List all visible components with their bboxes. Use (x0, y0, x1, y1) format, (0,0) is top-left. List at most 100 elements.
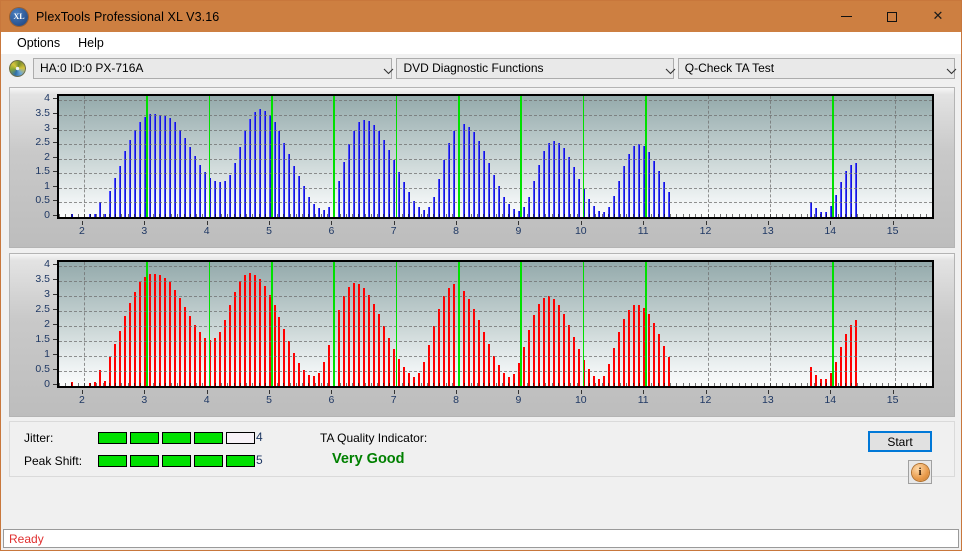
chart-bar (228, 174, 231, 217)
menu-item-options[interactable]: Options (8, 34, 69, 52)
chart-bar (163, 277, 166, 386)
x-axis-minor-tick (626, 214, 628, 217)
x-axis-minor-tick (158, 214, 160, 217)
chart-bar (183, 306, 186, 386)
chart-bar (398, 171, 401, 217)
x-axis-minor-tick (726, 214, 728, 217)
x-axis-minor-tick (570, 214, 572, 217)
chart-marker-line (645, 96, 647, 217)
chart-bar (854, 320, 857, 386)
drive-select[interactable]: HA:0 ID:0 PX-716A (33, 57, 394, 79)
charts-area: 4 3.5 3 2.5 2 1.5 1 0.5 0 2 3 4 5 6 7 8 9 10 11 12 13 14 15 4… (1, 83, 961, 417)
x-axis-minor-tick (470, 383, 472, 386)
chart-bar (652, 161, 655, 217)
maximize-icon (887, 11, 897, 22)
info-button[interactable]: i (908, 460, 932, 484)
results-panel: Jitter: 4 Peak Shift: 5 TA Quality Indic… (9, 421, 955, 484)
x-axis-tick (643, 390, 645, 394)
x-axis-minor-tick (383, 383, 385, 386)
x-axis-minor-tick (913, 214, 915, 217)
x-axis-minor-tick (96, 214, 98, 217)
x-axis-tick-label: 2 (79, 394, 85, 406)
x-axis-minor-tick (663, 214, 665, 217)
x-axis-tick-label: 11 (637, 394, 649, 406)
chart-bar (647, 152, 650, 217)
close-button[interactable]: ✕ (915, 1, 961, 32)
x-axis-minor-tick (90, 214, 92, 217)
x-axis-minor-tick (651, 214, 653, 217)
chart-bar (637, 304, 640, 386)
peak-shift-chart-x-axis: 2 3 4 5 6 7 8 9 10 11 12 13 14 15 (57, 394, 934, 414)
jitter-chart-y-axis: 4 3.5 3 2.5 2 1.5 1 0.5 0 (10, 88, 57, 247)
x-axis-minor-tick (246, 383, 248, 386)
chart-bar (298, 176, 301, 217)
x-axis-minor-tick (202, 383, 204, 386)
x-axis-minor-tick (707, 383, 709, 386)
chart-bar (527, 196, 530, 217)
x-axis-minor-tick (913, 383, 915, 386)
chart-bar (562, 313, 565, 386)
x-axis-minor-tick (289, 383, 291, 386)
chart-bar (502, 372, 505, 386)
x-axis-minor-tick (919, 383, 921, 386)
x-axis-tick (456, 221, 458, 225)
x-axis-minor-tick (189, 214, 191, 217)
x-axis-minor-tick (601, 383, 603, 386)
chart-bar (478, 141, 481, 217)
x-axis-minor-tick (769, 383, 771, 386)
gridline-horizontal (59, 341, 932, 343)
minimize-button[interactable] (823, 1, 869, 32)
x-axis-minor-tick (850, 383, 852, 386)
chart-bar (423, 362, 426, 386)
xl-logo-icon: XL (10, 7, 28, 26)
gridline-horizontal (59, 296, 932, 298)
x-axis-minor-tick (545, 383, 547, 386)
x-axis-minor-tick (532, 214, 534, 217)
x-axis-minor-tick (196, 214, 198, 217)
x-axis-minor-tick (320, 214, 322, 217)
x-axis-minor-tick (507, 214, 509, 217)
chart-bar (113, 343, 116, 386)
x-axis-tick (81, 221, 83, 225)
x-axis-minor-tick (607, 383, 609, 386)
status-text: Ready (9, 531, 44, 546)
chart-marker-line (520, 96, 522, 217)
peak-shift-label: Peak Shift: (24, 454, 83, 468)
chart-bar (213, 338, 216, 386)
chart-bar (203, 171, 206, 217)
x-axis-minor-tick (701, 214, 703, 217)
x-axis-minor-tick (682, 214, 684, 217)
chart-bar (228, 305, 231, 386)
chart-bar (473, 308, 476, 386)
x-axis-tick (892, 390, 894, 394)
chart-bar (577, 179, 580, 217)
jitter-meter-cell-filled (162, 432, 191, 444)
disc-icon (9, 59, 26, 77)
chart-marker-line (395, 262, 398, 386)
x-axis-minor-tick (183, 383, 185, 386)
chart-bar (253, 274, 256, 386)
chart-bar (98, 201, 101, 217)
x-axis-minor-tick (576, 214, 578, 217)
x-axis-minor-tick (252, 214, 254, 217)
start-button[interactable]: Start (868, 431, 932, 452)
x-axis-tick-label: 5 (266, 225, 272, 237)
y-axis-tick-label: 2.5 (35, 136, 50, 149)
x-axis-minor-tick (869, 214, 871, 217)
x-axis-minor-tick (551, 214, 553, 217)
maximize-button[interactable] (869, 1, 915, 32)
x-axis-minor-tick (439, 383, 441, 386)
x-axis-minor-tick (501, 383, 503, 386)
chart-bar (572, 336, 575, 386)
function-select[interactable]: DVD Diagnostic Functions (396, 57, 676, 79)
x-axis-minor-tick (825, 214, 827, 217)
x-axis-minor-tick (258, 383, 260, 386)
chart-bar (158, 275, 161, 386)
peak-shift-meter-cell-filled (98, 455, 127, 467)
x-axis-minor-tick (813, 214, 815, 217)
chart-bar (448, 142, 451, 217)
x-axis-minor-tick (439, 214, 441, 217)
chart-bar (577, 348, 580, 386)
menu-item-help[interactable]: Help (69, 34, 113, 52)
test-select[interactable]: Q-Check TA Test (677, 57, 957, 79)
